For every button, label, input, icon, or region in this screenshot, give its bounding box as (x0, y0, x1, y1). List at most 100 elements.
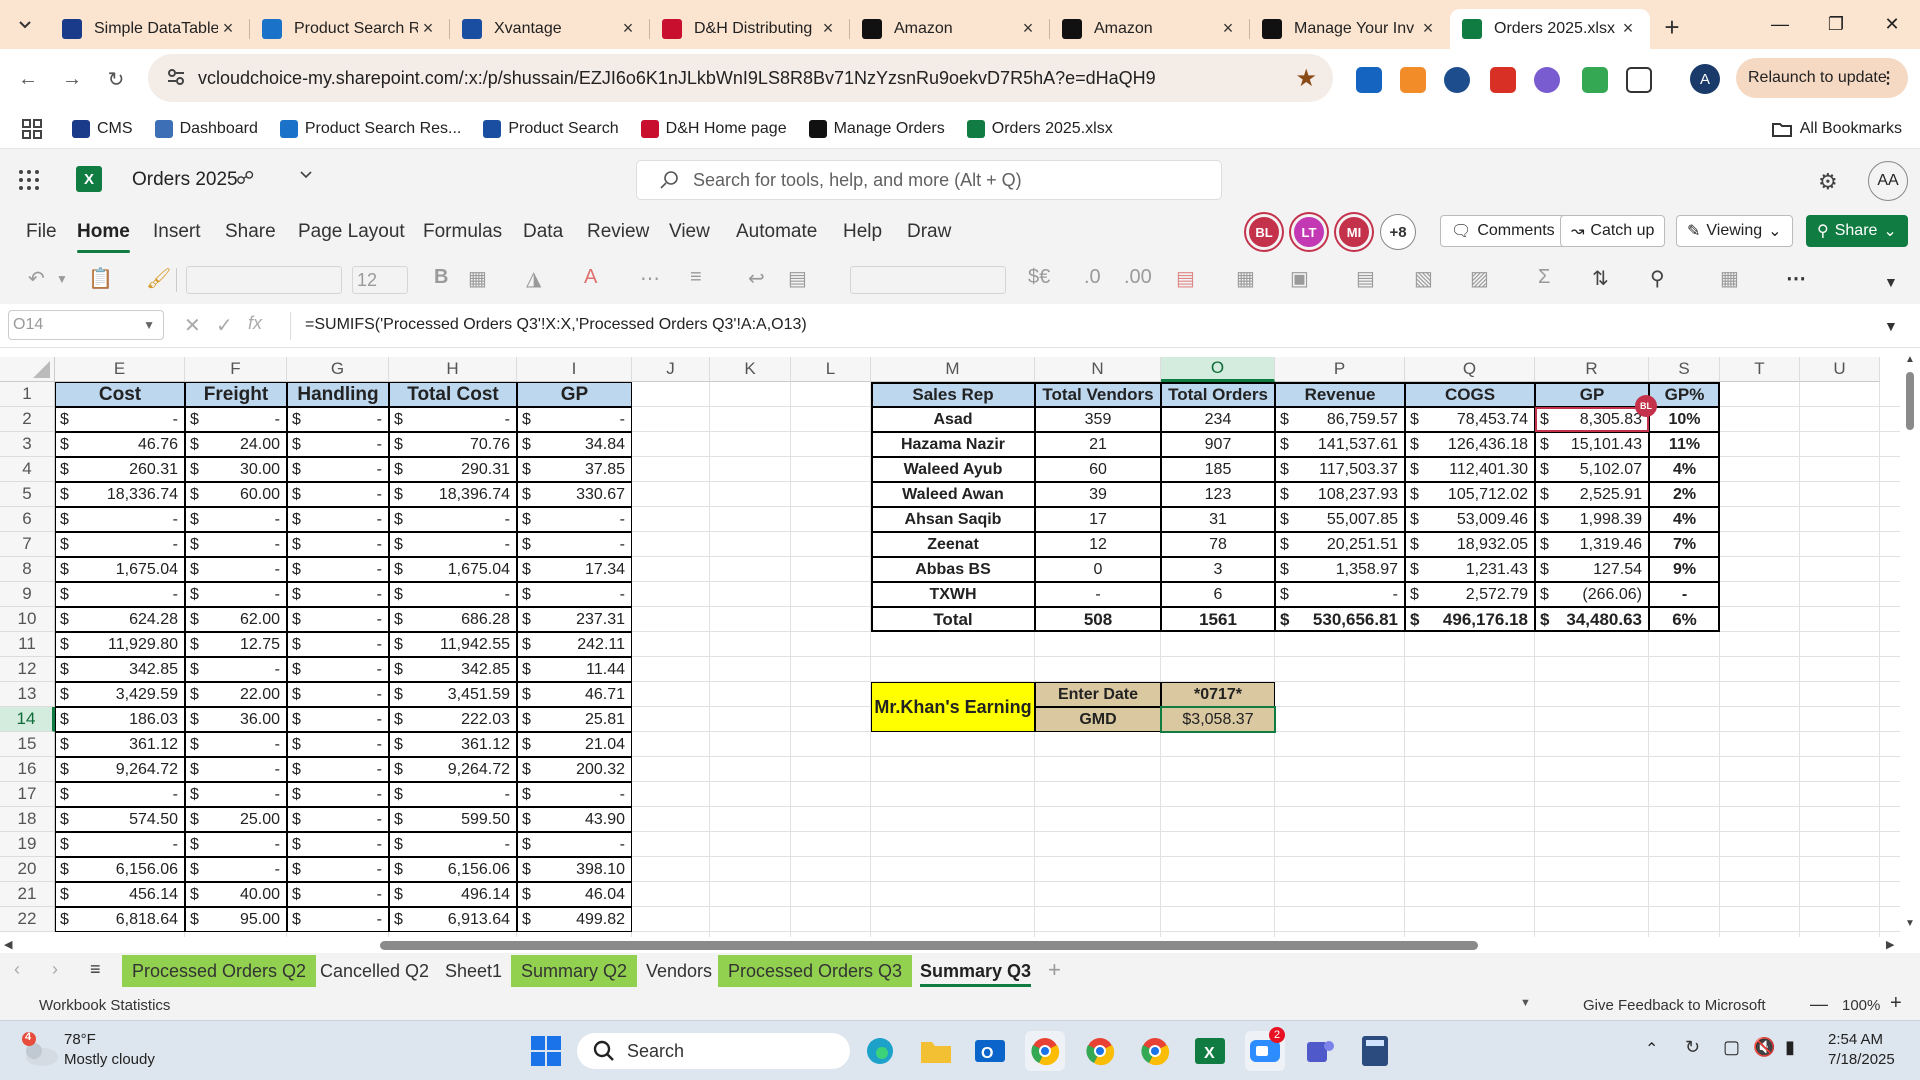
prev-sheet-icon[interactable]: ‹ (14, 959, 20, 980)
close-tab-icon[interactable]: × (1218, 18, 1238, 39)
cell[interactable]: $ - (55, 407, 185, 432)
all-sheets-menu-icon[interactable]: ≡ (90, 959, 101, 980)
cell[interactable]: 123 (1161, 482, 1275, 507)
row-header[interactable]: 12 (0, 657, 55, 682)
calculator-icon[interactable] (1355, 1031, 1395, 1071)
undo-icon[interactable]: ↶ (28, 266, 45, 291)
row-header[interactable]: 13 (0, 682, 55, 707)
cell[interactable]: Total (871, 607, 1035, 632)
column-header[interactable]: G (287, 357, 389, 382)
cell[interactable]: $530,656.81 (1275, 607, 1405, 632)
select-all-corner[interactable] (0, 357, 55, 382)
cell[interactable]: $ - (517, 532, 632, 557)
file-title[interactable]: Orders 2025 (132, 169, 238, 191)
cell[interactable]: $ - (287, 407, 389, 432)
close-tab-icon[interactable]: × (1418, 18, 1438, 39)
cell[interactable]: 17 (1035, 507, 1161, 532)
column-header[interactable]: M (871, 357, 1035, 382)
cell[interactable]: $112,401.30 (1405, 457, 1535, 482)
cell[interactable]: $ - (185, 582, 287, 607)
cell[interactable]: $ - (287, 757, 389, 782)
scroll-right-icon[interactable]: ▶ (1886, 938, 1894, 951)
cell[interactable]: $9,264.72 (55, 757, 185, 782)
extension-plus-icon[interactable] (1582, 67, 1608, 93)
column-header[interactable]: K (710, 357, 791, 382)
cell[interactable]: $ - (389, 582, 517, 607)
expand-formula-icon[interactable]: ▼ (1884, 318, 1898, 334)
align-icon[interactable]: ≡ (690, 266, 702, 289)
column-header[interactable]: F (185, 357, 287, 382)
cell[interactable]: $18,932.05 (1405, 532, 1535, 557)
cell[interactable]: $2,572.79 (1405, 582, 1535, 607)
cell[interactable]: $ - (287, 482, 389, 507)
cell[interactable]: $ - (185, 507, 287, 532)
cancel-formula-icon[interactable]: ✕ (184, 313, 201, 338)
cell[interactable]: $ - (55, 532, 185, 557)
cell[interactable]: $ - (185, 832, 287, 857)
format-painter-icon[interactable]: 🖌 (146, 266, 171, 291)
cell[interactable]: Zeenat (871, 532, 1035, 557)
zoom-in-icon[interactable]: + (1890, 992, 1902, 1015)
cell[interactable]: 0 (1035, 557, 1161, 582)
row-header[interactable]: 3 (0, 432, 55, 457)
cell[interactable]: $342.85 (55, 657, 185, 682)
battery-icon[interactable]: ▮ (1785, 1037, 1795, 1058)
cell[interactable]: $46.76 (55, 432, 185, 457)
ribbon-tab[interactable]: Insert (153, 221, 201, 243)
cell[interactable]: TXWH (871, 582, 1035, 607)
add-sheet-button[interactable]: + (1048, 957, 1061, 983)
all-bookmarks-button[interactable]: All Bookmarks (1771, 120, 1902, 138)
cell[interactable]: 9% (1649, 557, 1720, 582)
cell[interactable]: $ - (287, 732, 389, 757)
cell[interactable]: $5,102.07 (1535, 457, 1649, 482)
close-window-button[interactable]: ✕ (1864, 0, 1920, 49)
cell[interactable]: $ - (517, 407, 632, 432)
collaborator-avatar[interactable]: BL (1246, 214, 1282, 250)
row-header[interactable]: 21 (0, 882, 55, 907)
cell[interactable]: $242.11 (517, 632, 632, 657)
cell[interactable]: $ - (389, 507, 517, 532)
cell[interactable]: 10% (1649, 407, 1720, 432)
cell[interactable]: $ - (517, 582, 632, 607)
close-tab-icon[interactable]: × (818, 18, 838, 39)
cell[interactable]: $ - (185, 657, 287, 682)
cell[interactable]: $46.71 (517, 682, 632, 707)
formula-text[interactable]: =SUMIFS('Processed Orders Q3'!X:X,'Proce… (305, 316, 807, 334)
edge-browser-icon[interactable] (860, 1031, 900, 1071)
row-header[interactable]: 10 (0, 607, 55, 632)
ribbon-tab[interactable]: Draw (907, 221, 951, 243)
vertical-scrollbar[interactable]: ▲ ▼ (1900, 348, 1920, 937)
ribbon-tab[interactable]: File (26, 221, 57, 243)
cell[interactable]: $ - (287, 507, 389, 532)
scroll-down-icon[interactable]: ▼ (1905, 918, 1915, 929)
sort-filter-icon[interactable]: ⇅ (1592, 266, 1609, 291)
extension-globe-icon[interactable] (1444, 67, 1470, 93)
cell[interactable]: $34.84 (517, 432, 632, 457)
cell[interactable]: $60.00 (185, 482, 287, 507)
cell[interactable]: $1,319.46 (1535, 532, 1649, 557)
increase-decimal-icon[interactable]: .00 (1124, 266, 1152, 289)
cell[interactable]: $11,929.80 (55, 632, 185, 657)
file-explorer-icon[interactable] (916, 1031, 956, 1071)
sheet-tab[interactable]: Cancelled Q2 (310, 955, 439, 987)
column-header[interactable]: L (791, 357, 871, 382)
cell[interactable]: $ - (287, 882, 389, 907)
back-icon[interactable]: ← (6, 68, 50, 91)
zoom-app-icon[interactable]: 2 (1245, 1027, 1285, 1071)
workbook-stats[interactable]: Workbook Statistics (39, 997, 170, 1014)
close-tab-icon[interactable]: × (418, 18, 438, 39)
column-header[interactable]: Q (1405, 357, 1535, 382)
borders-icon[interactable]: ▦ (468, 266, 487, 291)
cell[interactable]: 78 (1161, 532, 1275, 557)
ribbon-tab[interactable]: Share (225, 221, 276, 243)
cell[interactable]: Hazama Nazir (871, 432, 1035, 457)
row-header[interactable]: 22 (0, 907, 55, 932)
font-size-box[interactable]: 12 (352, 266, 408, 294)
extension-feather-icon[interactable] (1534, 67, 1560, 93)
cell[interactable]: 6 (1161, 582, 1275, 607)
currency-format-icon[interactable]: $€ (1028, 266, 1050, 289)
show-hidden-icons[interactable]: ⌃ (1645, 1039, 1658, 1059)
cell[interactable]: $18,396.74 (389, 482, 517, 507)
cell[interactable]: $86,759.57 (1275, 407, 1405, 432)
cell[interactable]: $361.12 (55, 732, 185, 757)
